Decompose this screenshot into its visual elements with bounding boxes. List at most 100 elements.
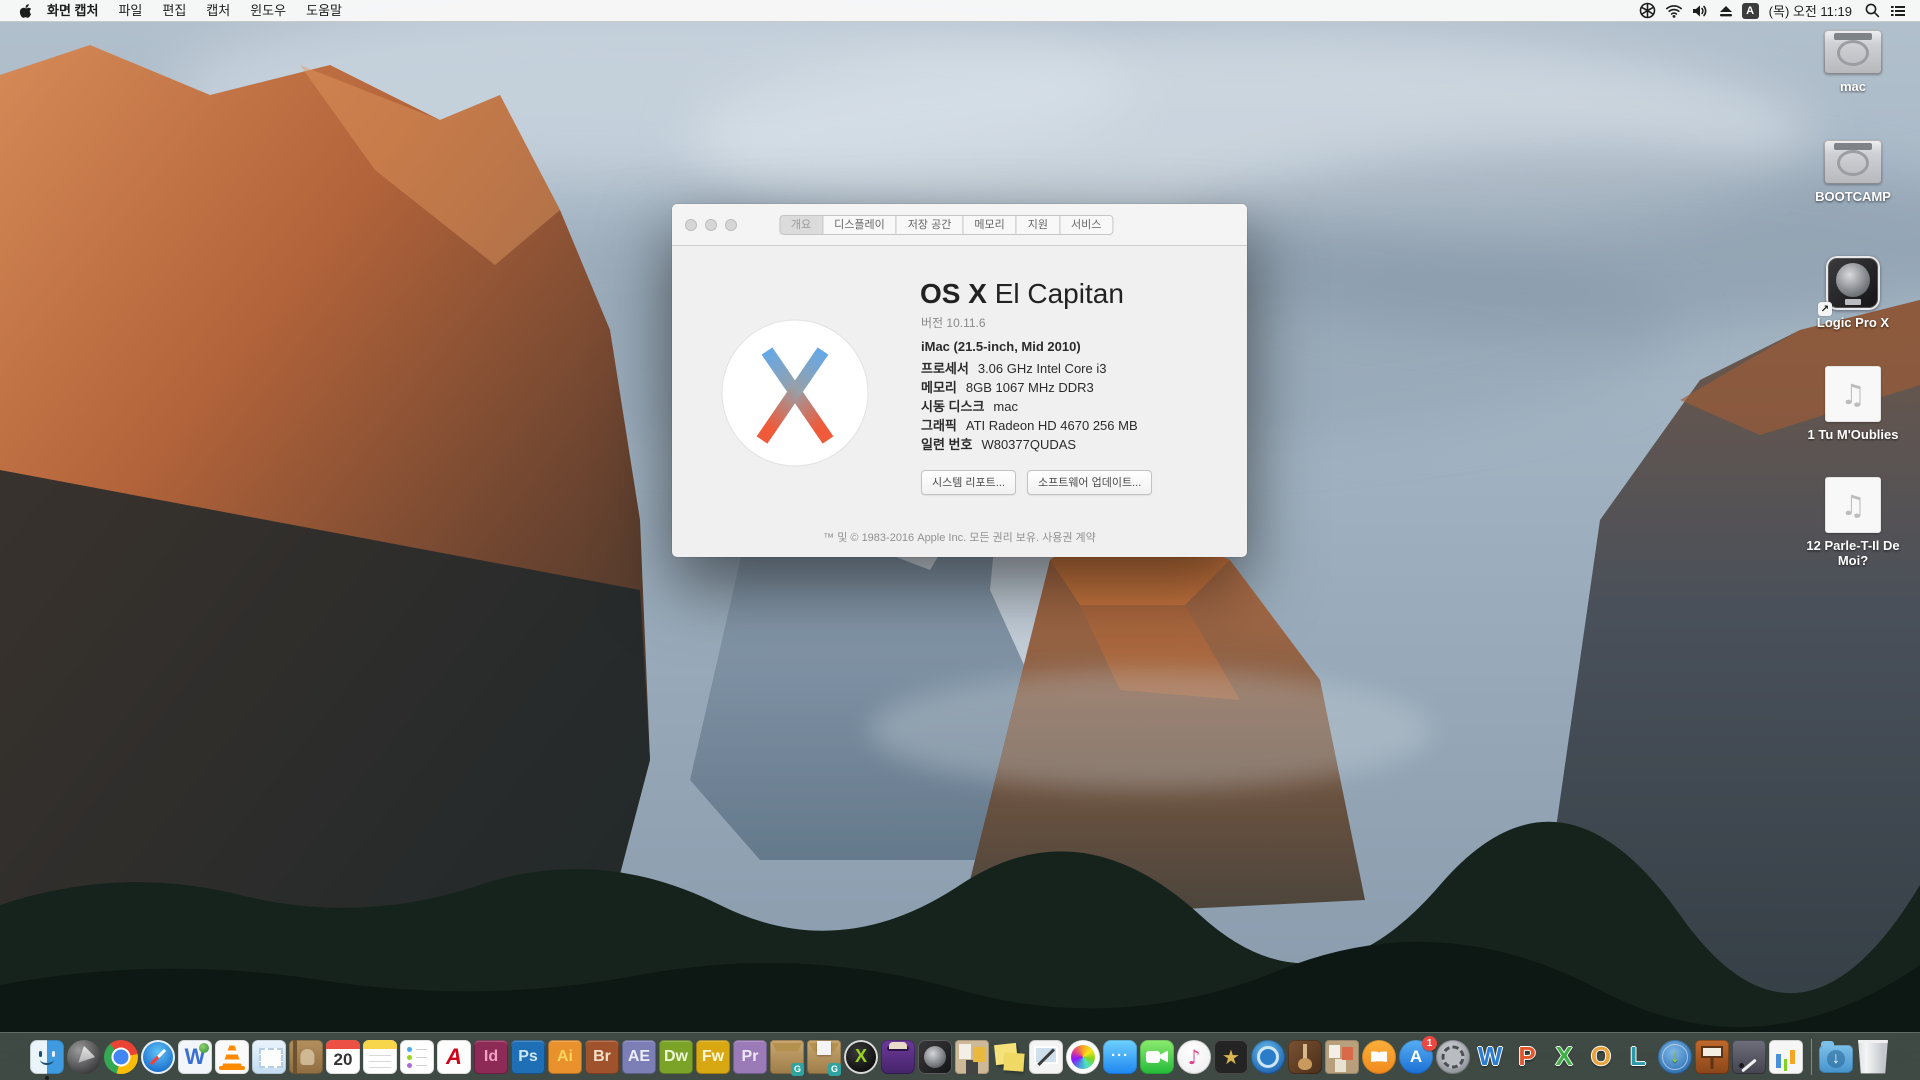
desktop-icon-tu-m-oublies[interactable]: ♫ 1 Tu M'Oublies <box>1790 366 1916 442</box>
zoom-button[interactable] <box>725 219 737 231</box>
messages-glyph: ··· <box>1111 1046 1129 1064</box>
dock-facetime[interactable] <box>1140 1039 1174 1074</box>
dock-web-downloader[interactable]: ↓ <box>1658 1039 1692 1074</box>
dock-w-globe-app[interactable]: W <box>178 1039 212 1074</box>
menu-item-2[interactable]: 편집 <box>152 3 196 18</box>
dock-grab-screen-capture[interactable] <box>1029 1039 1063 1074</box>
dock-premiere[interactable]: Pr <box>733 1039 767 1074</box>
dock-imovie[interactable]: ★ <box>1214 1039 1248 1074</box>
about-buttons: 시스템 리포트... 소프트웨어 업데이트... <box>921 470 1153 495</box>
dock-numbers[interactable] <box>1769 1039 1803 1074</box>
acrobat-glyph: A <box>446 1043 462 1069</box>
about-tab-bar: 개요 디스플레이 저장 공간 메모리 지원 서비스 <box>778 215 1114 235</box>
running-indicator <box>45 1075 49 1080</box>
dock-chrome[interactable] <box>104 1039 138 1074</box>
spec-list: 프로세서 3.06 GHz Intel Core i3 메모리 8GB 1067 MH… <box>921 359 1138 454</box>
spec-value: ATI Radeon HD 4670 256 MB <box>965 418 1138 433</box>
spec-value: W80377QUDAS <box>981 437 1077 452</box>
dock-indesign[interactable]: Id <box>474 1039 508 1074</box>
calendar-glyph: 20 <box>333 1049 353 1069</box>
dock-reminders[interactable] <box>400 1039 434 1074</box>
desktop-icon-column: mac BOOTCAMP ↗ Logic Pro X ♫ 1 Tu M'Oublies ♫ 1… <box>1790 22 1916 642</box>
dock-system-preferences[interactable] <box>1436 1039 1470 1074</box>
tab-5[interactable]: 서비스 <box>1058 215 1114 235</box>
dock-quark-x-app[interactable]: X <box>844 1039 878 1074</box>
dock-craft-app[interactable] <box>955 1039 989 1074</box>
desktop-icon-parle-t-il-de-moi[interactable]: ♫ 12 Parle-T-Il De Moi? <box>1790 477 1916 568</box>
dock-after-effects[interactable]: AE <box>622 1039 656 1074</box>
dock-pinboard-app[interactable] <box>1325 1039 1359 1074</box>
dock-safari[interactable] <box>141 1039 175 1074</box>
tab-4[interactable]: 지원 <box>1015 215 1060 235</box>
dock-dreamweaver[interactable]: Dw <box>659 1039 693 1074</box>
desktop-icon-logic-pro-x[interactable]: ↗ Logic Pro X <box>1790 256 1916 330</box>
menu-item-5[interactable]: 도움말 <box>296 3 352 18</box>
dock-launchpad[interactable] <box>67 1039 101 1074</box>
dock-mail[interactable] <box>252 1039 286 1074</box>
close-button[interactable] <box>685 219 697 231</box>
software-update-button[interactable]: 소프트웨어 업데이트... <box>1026 470 1153 495</box>
desktop-icon-mac[interactable]: mac <box>1790 30 1916 94</box>
tab-0[interactable]: 개요 <box>778 215 824 235</box>
dock-calendar[interactable]: 20 <box>326 1039 360 1074</box>
tab-1[interactable]: 디스플레이 <box>822 215 897 235</box>
dock-trash[interactable] <box>1858 1039 1888 1074</box>
excel-glyph: X <box>1555 1041 1573 1071</box>
tab-3[interactable]: 메모리 <box>962 215 1017 235</box>
dock-acrobat[interactable]: A <box>437 1039 471 1074</box>
notification-center-icon[interactable] <box>1888 0 1908 22</box>
desktop-icon-bootcamp[interactable]: BOOTCAMP <box>1790 140 1916 204</box>
apple-menu-icon[interactable] <box>18 3 33 19</box>
dock-app-store[interactable]: A1 <box>1399 1035 1437 1074</box>
wifi-icon[interactable] <box>1664 0 1684 22</box>
tab-2[interactable]: 저장 공간 <box>895 215 964 235</box>
dock-finder[interactable] <box>30 1039 64 1080</box>
word-glyph: W <box>1477 1041 1503 1071</box>
dock-fireworks[interactable]: Fw <box>696 1039 730 1074</box>
dock-stickies[interactable] <box>992 1040 1026 1074</box>
menu-item-1[interactable]: 파일 <box>108 3 152 18</box>
dock-downloads-folder[interactable]: ↓ <box>1819 1040 1853 1073</box>
dock-notes[interactable] <box>363 1039 397 1074</box>
copyright-footer: ™ 및 © 1983-2016 Apple Inc. 모든 권리 보유. 사용권… <box>823 532 1096 544</box>
spotlight-icon[interactable] <box>1862 0 1882 22</box>
dock-outlook[interactable]: O <box>1584 1040 1618 1074</box>
volume-icon[interactable] <box>1690 0 1710 22</box>
menu-bar: 화면 캡처 파일 편집 캡처 윈도우 도움말 A (목) 오전 11:19 <box>0 0 1920 22</box>
dock-vlc[interactable] <box>215 1039 249 1074</box>
menubar-clock[interactable]: (목) 오전 11:19 <box>1765 1 1856 20</box>
dock-messages[interactable]: ··· <box>1103 1039 1137 1074</box>
dock-photoshop[interactable]: Ps <box>511 1039 545 1074</box>
menu-item-0[interactable]: 화면 캡처 <box>37 3 108 18</box>
dock-bridge[interactable]: Br <box>585 1039 619 1074</box>
dock-ibooks[interactable] <box>1362 1039 1396 1074</box>
dock-word[interactable]: W <box>1473 1040 1507 1074</box>
dock-photos[interactable] <box>1066 1039 1100 1074</box>
dock-pages[interactable] <box>1732 1039 1766 1074</box>
quark-x-app-glyph: X <box>854 1046 867 1066</box>
dock-stuffit-expander[interactable]: G <box>770 1039 804 1076</box>
dock-lync[interactable]: L <box>1621 1040 1655 1074</box>
window-titlebar[interactable]: 개요 디스플레이 저장 공간 메모리 지원 서비스 <box>672 204 1247 246</box>
dock-dvd-player[interactable] <box>1251 1039 1285 1074</box>
fan-icon[interactable] <box>1638 0 1658 22</box>
dock-excel[interactable]: X <box>1547 1040 1581 1074</box>
eject-icon[interactable] <box>1716 0 1736 22</box>
system-report-button[interactable]: 시스템 리포트... <box>921 470 1016 495</box>
input-source-icon[interactable]: A <box>1741 2 1759 19</box>
dock-dropstuff[interactable]: G <box>807 1039 841 1076</box>
bridge-glyph: Br <box>593 1047 611 1065</box>
spec-value: 3.06 GHz Intel Core i3 <box>977 361 1107 376</box>
dock-itunes[interactable]: ♪ <box>1177 1039 1211 1074</box>
dock-illustrator[interactable]: Ai <box>548 1039 582 1074</box>
dock-powerpoint[interactable]: P <box>1510 1040 1544 1074</box>
menu-item-4[interactable]: 윈도우 <box>240 3 296 18</box>
dock-logic-pro[interactable] <box>918 1039 952 1074</box>
menu-item-3[interactable]: 캡처 <box>196 3 240 18</box>
dock-garageband[interactable] <box>1288 1039 1322 1074</box>
minimize-button[interactable] <box>705 219 717 231</box>
dock-keynote[interactable] <box>1695 1039 1729 1074</box>
drive-icon <box>1824 30 1882 74</box>
dock-toast[interactable] <box>881 1039 915 1074</box>
dock-contacts[interactable] <box>289 1039 323 1074</box>
